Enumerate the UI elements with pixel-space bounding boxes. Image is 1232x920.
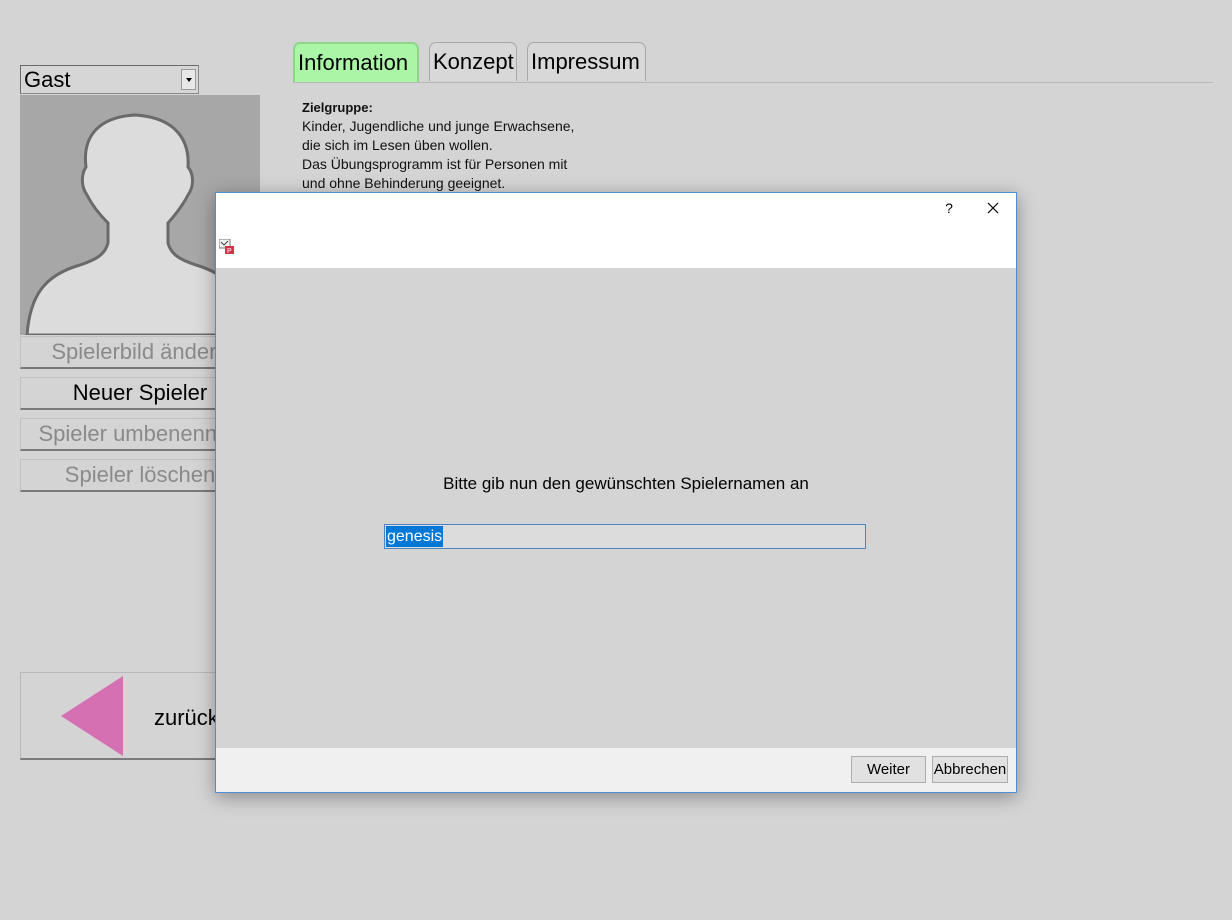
close-icon[interactable]: [983, 198, 1003, 218]
player-select[interactable]: Gast: [20, 65, 199, 94]
player-select-value: Gast: [24, 67, 71, 92]
info-panel: Zielgruppe: Kinder, Jugendliche und jung…: [302, 98, 574, 193]
help-button[interactable]: ?: [942, 198, 956, 218]
tab-divider: [293, 82, 1213, 83]
cancel-button[interactable]: Abbrechen: [932, 756, 1008, 783]
info-line: und ohne Behinderung geeignet.: [302, 175, 506, 191]
dialog-title-bar: P ?: [216, 193, 1016, 268]
back-label: zurück: [154, 705, 219, 730]
svg-text:P: P: [227, 248, 232, 254]
info-heading: Zielgruppe:: [302, 100, 373, 115]
player-name-dialog: P ? Bitte gib nun den gewünschten Spiele…: [215, 192, 1017, 793]
back-arrow-icon: [61, 676, 123, 756]
app-icon: P: [219, 239, 234, 254]
chevron-down-icon[interactable]: [181, 69, 196, 90]
player-name-input[interactable]: genesis: [384, 524, 866, 549]
tab-konzept[interactable]: Konzept: [429, 42, 517, 81]
player-name-value: genesis: [386, 526, 444, 547]
tab-impressum[interactable]: Impressum: [527, 42, 646, 81]
next-button[interactable]: Weiter: [851, 756, 926, 783]
info-line: Kinder, Jugendliche und junge Erwachsene…: [302, 118, 575, 134]
dialog-body: Bitte gib nun den gewünschten Spielernam…: [216, 268, 1016, 748]
dialog-footer: Weiter Abbrechen: [216, 748, 1016, 792]
tab-information[interactable]: Information: [293, 42, 419, 82]
dialog-prompt: Bitte gib nun den gewünschten Spielernam…: [443, 474, 809, 493]
info-line: die sich im Lesen üben wollen.: [302, 137, 493, 153]
info-line: Das Übungsprogramm ist für Personen mit: [302, 156, 568, 172]
